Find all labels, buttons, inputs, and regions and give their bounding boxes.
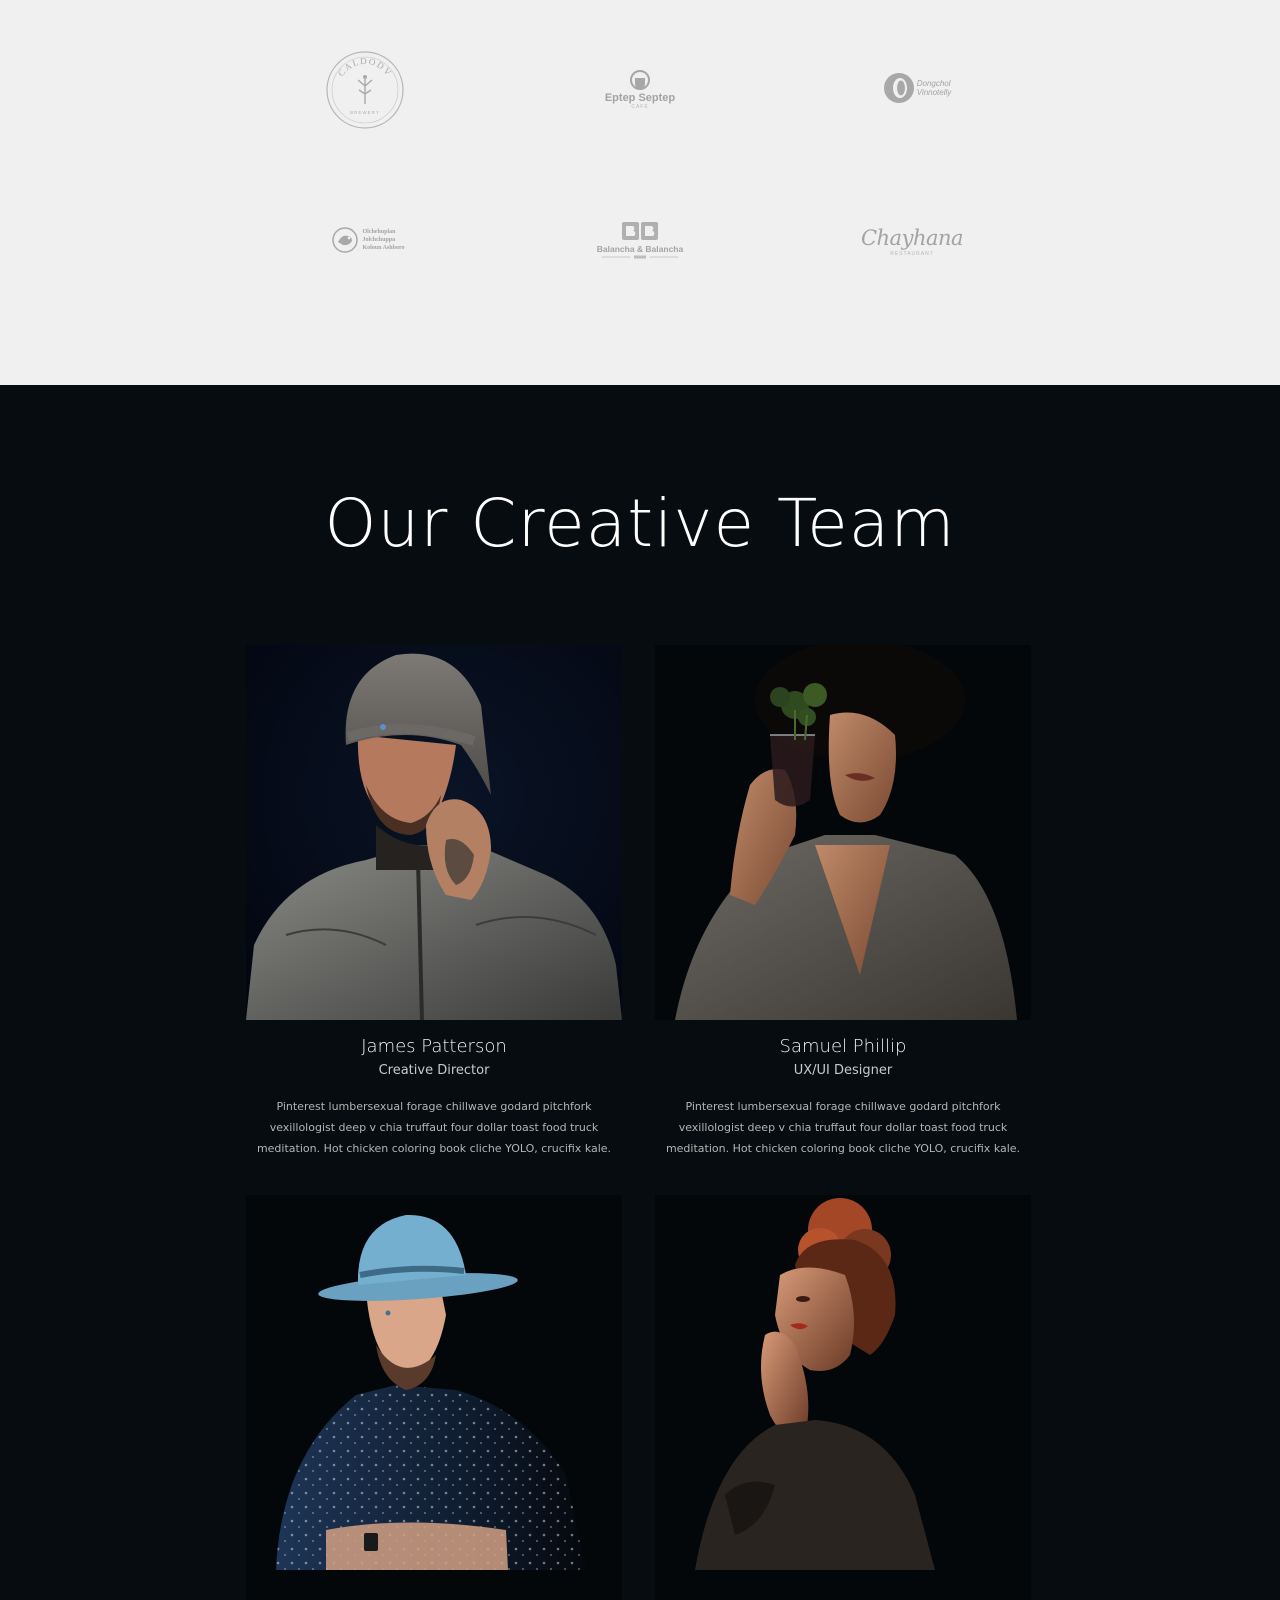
team-member-card: James Patterson Creative Director Pinter…: [246, 645, 622, 1159]
svg-text:CALDODV: CALDODV: [336, 56, 394, 78]
section-title: Our Creative Team: [324, 485, 956, 562]
client-logo-chayhana: Chayhana RESTAURANT: [860, 218, 964, 264]
woman-with-red-hair-portrait-image: [655, 1195, 1031, 1600]
member-bio: Pinterest lumbersexual forage chillwave …: [256, 1100, 612, 1155]
man-in-beanie-portrait-image: [246, 645, 622, 1020]
client-logo-balancha: Balancha & Balancha: [590, 215, 690, 265]
o-mark-icon: [883, 73, 914, 103]
member-name: James Patterson: [361, 1036, 507, 1057]
logo-wordmark: Dongchol Vinnotelly: [916, 79, 952, 97]
member-role: UX/UI Designer: [793, 1063, 893, 1078]
client-logo-caldodv: CALDODV BREWERY: [325, 50, 405, 130]
logo-sub-text: BREWERY: [350, 110, 380, 115]
mug-icon: [630, 70, 650, 90]
logo-wordmark: Olchehuplan Jolchchuppa Koloun Ashboro: [362, 229, 405, 251]
logo-wordmark: Eptep Septep: [604, 92, 676, 104]
divider-ornament-icon: [602, 255, 678, 258]
logo-wordmark: Balancha & Balancha: [596, 243, 684, 254]
member-role: Creative Director: [378, 1063, 490, 1078]
logo-sub-text: RESTAURANT: [890, 250, 934, 257]
client-logo-eptep-septep: Eptep Septep CAFE: [590, 64, 690, 114]
logo-sub-text: CAFE: [631, 104, 649, 110]
bb-monogram-icon: [622, 221, 658, 240]
member-photo: [655, 1195, 1031, 1600]
team-member-card: [246, 1195, 622, 1600]
caldodv-badge-icon: CALDODV BREWERY: [326, 51, 404, 129]
team-member-card: [655, 1195, 1031, 1600]
team-section: Our Creative Team James Patterson Creati…: [0, 385, 1280, 1600]
team-member-card: Samuel Phillip UX/UI Designer Pinterest …: [655, 645, 1031, 1159]
rooster-icon: [332, 227, 359, 253]
logo-ring-text: CALDODV: [336, 56, 393, 78]
man-in-blue-hat-portrait-image: [246, 1195, 622, 1600]
member-bio: Pinterest lumbersexual forage chillwave …: [665, 1100, 1021, 1155]
client-logo-olchehuplan: Olchehuplan Jolchchuppa Koloun Ashboro: [325, 220, 410, 260]
logo-wordmark: Chayhana: [860, 225, 964, 250]
member-photo: [246, 645, 622, 1020]
man-holding-glass-portrait-image: [655, 645, 1031, 1020]
member-photo: [246, 1195, 622, 1600]
client-logos-section: CALDODV BREWERY Eptep Septep CAFE Dongch…: [0, 0, 1280, 385]
member-photo: [655, 645, 1031, 1020]
member-name: Samuel Phillip: [779, 1036, 907, 1057]
client-logo-dongchol: Dongchol Vinnotelly: [872, 68, 962, 108]
